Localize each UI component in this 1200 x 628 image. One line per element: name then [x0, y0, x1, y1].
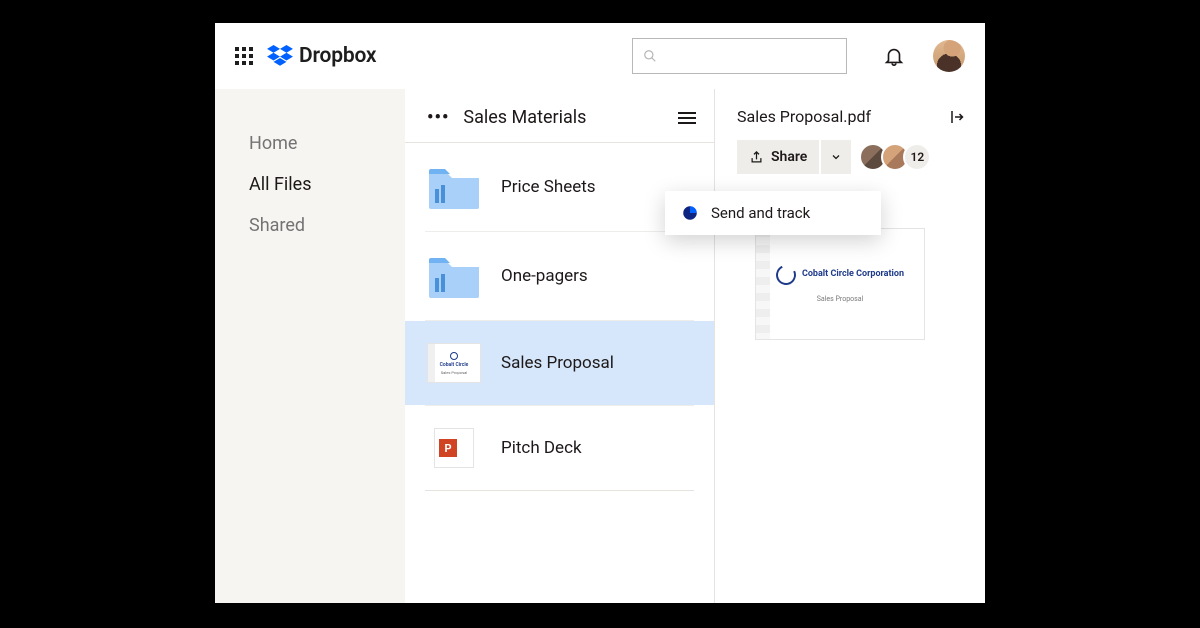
document-thumbnail-icon: Cobalt Circle Sales Proposal	[427, 343, 481, 383]
chevron-down-icon	[830, 151, 842, 163]
file-list-panel: ••• Sales Materials Price Sheets One-pag…	[405, 89, 715, 603]
details-filename: Sales Proposal.pdf	[737, 107, 871, 126]
sidebar-item-home[interactable]: Home	[249, 123, 405, 164]
apps-grid-icon[interactable]	[235, 47, 253, 65]
details-panel: Sales Proposal.pdf Share 12	[715, 89, 985, 603]
notifications-icon[interactable]	[883, 45, 905, 67]
more-icon[interactable]: •••	[427, 107, 449, 128]
search-input[interactable]	[632, 38, 847, 74]
item-label: Price Sheets	[501, 177, 596, 197]
file-preview-thumbnail[interactable]: Cobalt Circle Corporation Sales Proposal	[755, 228, 925, 340]
body: Home All Files Shared ••• Sales Material…	[215, 89, 985, 603]
item-label: Pitch Deck	[501, 438, 582, 458]
sidebar-item-all-files[interactable]: All Files	[249, 164, 405, 205]
collaborator-avatars[interactable]: 12	[859, 143, 931, 171]
send-and-track-menu-item[interactable]: Send and track	[665, 191, 881, 235]
list-view-icon[interactable]	[678, 109, 696, 127]
share-button[interactable]: Share	[737, 140, 819, 174]
dropbox-icon	[267, 45, 293, 67]
list-item[interactable]: Cobalt Circle Sales Proposal Sales Propo…	[405, 321, 714, 405]
list-item[interactable]: One-pagers	[405, 232, 714, 320]
folder-icon	[427, 254, 481, 298]
share-icon	[749, 150, 764, 165]
list-item[interactable]: Pitch Deck	[405, 406, 714, 490]
preview-company-name: Cobalt Circle Corporation	[802, 270, 904, 280]
user-avatar[interactable]	[933, 40, 965, 72]
powerpoint-icon	[434, 428, 474, 468]
header: Dropbox	[215, 23, 985, 89]
item-label: One-pagers	[501, 266, 588, 286]
company-logo-icon	[773, 262, 799, 288]
sidebar: Home All Files Shared	[215, 89, 405, 603]
folder-icon	[427, 165, 481, 209]
share-label: Share	[771, 149, 807, 165]
app-window: Dropbox Home All Files Shared ••• Sales …	[215, 23, 985, 603]
folder-title: Sales Materials	[463, 107, 678, 128]
sidebar-item-shared[interactable]: Shared	[249, 205, 405, 246]
collapse-panel-icon[interactable]	[949, 108, 967, 126]
item-label: Sales Proposal	[501, 353, 614, 373]
preview-subtitle: Sales Proposal	[817, 295, 863, 303]
share-row: Share 12	[737, 140, 967, 174]
send-track-icon	[681, 204, 699, 222]
search-icon	[643, 49, 657, 63]
share-dropdown-button[interactable]	[821, 140, 851, 174]
brand-name: Dropbox	[299, 44, 376, 68]
folder-header: ••• Sales Materials	[405, 89, 714, 143]
collaborator-count-badge: 12	[903, 143, 931, 171]
menu-item-label: Send and track	[711, 204, 810, 222]
brand-logo[interactable]: Dropbox	[267, 44, 376, 68]
